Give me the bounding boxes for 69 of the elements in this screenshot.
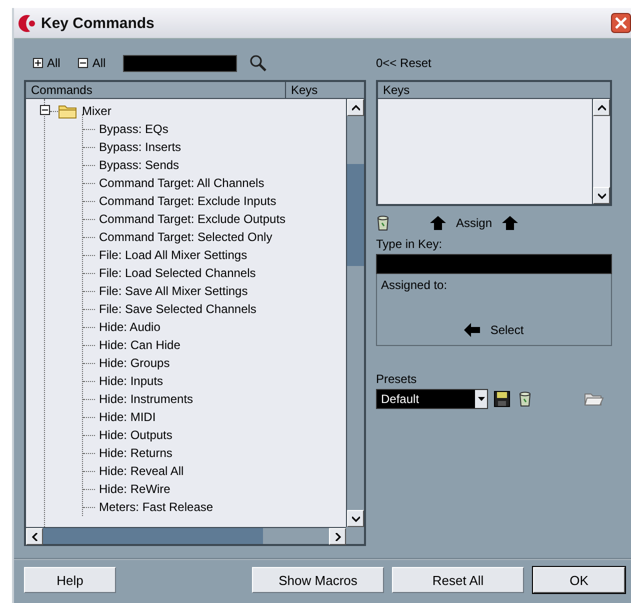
column-header[interactable]: Keys <box>378 82 415 98</box>
tree-item[interactable]: File: Load Selected Channels <box>95 266 256 280</box>
section-label: Presets <box>376 372 417 386</box>
scroll-right-icon[interactable] <box>334 532 340 540</box>
tree-item[interactable]: Command Target: Exclude Inputs <box>95 194 276 208</box>
left-arrow-icon[interactable] <box>464 323 480 337</box>
scroll-up-icon[interactable] <box>598 104 606 110</box>
tree-item[interactable]: Hide: Reveal All <box>95 464 184 478</box>
scroll-left-icon[interactable] <box>32 532 38 540</box>
scroll-thumb[interactable] <box>43 528 263 544</box>
tree-item[interactable]: Bypass: Sends <box>95 158 180 172</box>
tree-item[interactable]: Command Target: All Channels <box>95 176 264 190</box>
tree-item[interactable]: Hide: Outputs <box>95 428 172 442</box>
dialog-button[interactable]: OK <box>533 567 625 593</box>
trash-icon[interactable] <box>376 215 390 231</box>
collapse-icon[interactable] <box>40 105 50 115</box>
column-header[interactable]: Keys <box>286 82 364 98</box>
folder-icon <box>58 103 78 119</box>
tree-item[interactable]: Command Target: Selected Only <box>95 230 272 244</box>
scroll-down-icon[interactable] <box>598 192 606 198</box>
tree-item[interactable]: Mixer <box>78 104 112 118</box>
tree-item[interactable]: File: Save Selected Channels <box>95 302 256 316</box>
up-arrow-icon[interactable] <box>430 216 446 230</box>
close-icon[interactable] <box>611 13 631 33</box>
preset-dropdown[interactable]: Default <box>376 389 488 409</box>
tree-item[interactable]: Hide: Inputs <box>95 374 164 388</box>
scroll-thumb[interactable] <box>347 164 364 266</box>
tree-item[interactable]: File: Load All Mixer Settings <box>95 248 248 262</box>
search-icon[interactable] <box>248 54 269 72</box>
tree-item[interactable]: Hide: Instruments <box>95 392 194 406</box>
expand-all-icon[interactable] <box>33 58 43 68</box>
tree-item[interactable]: Bypass: Inserts <box>95 140 182 154</box>
tree-item[interactable]: Hide: Audio <box>95 320 160 334</box>
vertical-scrollbar[interactable] <box>592 99 610 204</box>
select-button[interactable]: Select <box>490 323 524 337</box>
scroll-up-icon[interactable] <box>352 104 360 110</box>
expand-all-button[interactable]: All <box>47 56 60 70</box>
assign-button[interactable]: Assign <box>456 216 492 230</box>
scrollbar-corner <box>346 527 364 544</box>
scroll-down-icon[interactable] <box>352 516 360 522</box>
vertical-scrollbar[interactable] <box>346 99 364 527</box>
window-title: Key Commands <box>41 14 156 32</box>
search-field[interactable] <box>122 54 237 72</box>
field-label: Type in Key: <box>376 237 444 251</box>
tree-item[interactable]: Hide: Returns <box>95 446 172 460</box>
tree-item[interactable]: Bypass: EQs <box>95 122 168 136</box>
collapse-all-button[interactable]: All <box>92 56 106 70</box>
save-icon[interactable] <box>494 391 510 407</box>
key-input-field[interactable] <box>376 254 612 274</box>
dialog-button[interactable]: Reset All <box>392 567 524 593</box>
column-header[interactable]: Commands <box>26 82 286 98</box>
trash-icon[interactable] <box>518 391 532 407</box>
reset-button[interactable]: 0<< Reset <box>376 56 432 70</box>
dialog-button[interactable]: Show Macros <box>252 567 384 593</box>
tree-item[interactable]: Hide: MIDI <box>95 410 156 424</box>
collapse-all-icon[interactable] <box>78 58 88 68</box>
app-logo-icon <box>18 14 35 32</box>
tree-item[interactable]: Command Target: Exclude Outputs <box>95 212 286 226</box>
horizontal-scrollbar[interactable] <box>26 527 346 544</box>
dialog-button[interactable]: Help <box>24 567 116 593</box>
up-arrow-icon[interactable] <box>502 216 518 230</box>
open-folder-icon[interactable] <box>584 391 604 407</box>
tree-item[interactable]: File: Save All Mixer Settings <box>95 284 248 298</box>
caret-icon[interactable] <box>478 397 484 401</box>
tree-item[interactable]: Meters: Fast Release <box>95 500 214 514</box>
tree-item[interactable]: Hide: ReWire <box>95 482 170 496</box>
tree-item[interactable]: Hide: Groups <box>95 356 170 370</box>
tree-item[interactable]: Hide: Can Hide <box>95 338 180 352</box>
field-label: Assigned to: <box>381 278 448 292</box>
